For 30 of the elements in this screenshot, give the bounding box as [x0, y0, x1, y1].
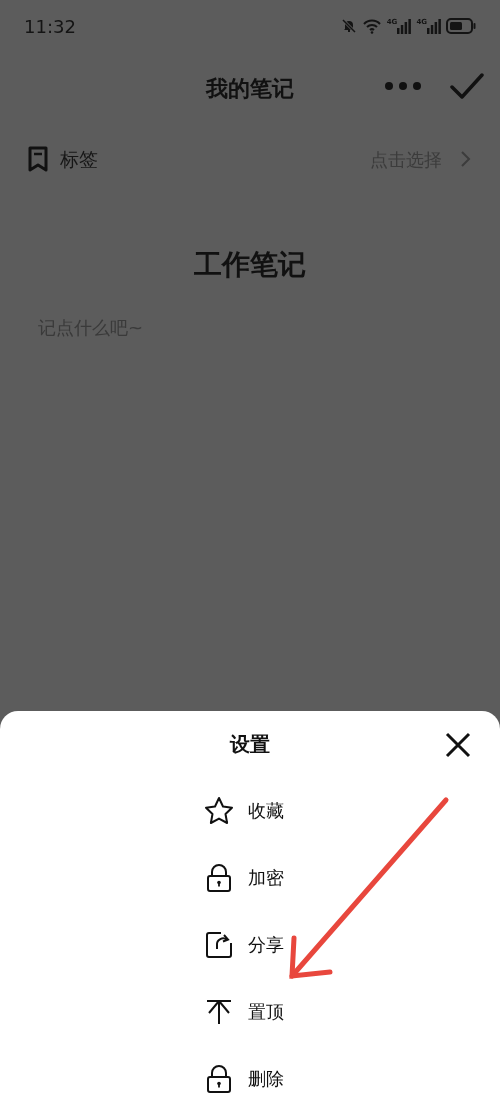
battery-icon [446, 18, 476, 34]
menu-item-label: 收藏 [248, 799, 284, 823]
star-icon [204, 795, 234, 826]
more-icon[interactable] [384, 81, 422, 91]
menu-item-label: 加密 [248, 866, 284, 890]
share-icon [205, 930, 233, 959]
check-icon[interactable] [450, 72, 484, 100]
menu-item[interactable]: 收藏 [190, 777, 310, 844]
close-icon[interactable] [445, 732, 471, 758]
note-title: 工作笔记 [193, 247, 307, 283]
pin-top-icon [206, 998, 232, 1025]
tag-label: 标签 [60, 146, 98, 172]
signal-icon [427, 18, 441, 34]
menu-item[interactable]: 加密 [190, 844, 310, 911]
wifi-icon [361, 18, 382, 34]
sheet-title: 设置 [230, 731, 270, 758]
signal-icon [397, 18, 412, 34]
page-title: 我的笔记 [206, 74, 294, 103]
menu-item-label: 删除 [248, 1067, 284, 1091]
chevron-right-icon [460, 150, 472, 168]
menu-item-label: 分享 [248, 933, 284, 957]
lock-icon [206, 1063, 232, 1094]
lock-icon [206, 862, 232, 893]
menu-item-label: 置顶 [248, 1000, 284, 1024]
bookmark-icon [28, 146, 48, 172]
mute-icon [340, 18, 357, 34]
status-time: 11:32 [24, 14, 76, 39]
menu-item[interactable]: 分享 [190, 911, 310, 978]
menu-item[interactable]: 置顶 [190, 978, 310, 1045]
menu-item[interactable]: 删除 [190, 1045, 310, 1111]
